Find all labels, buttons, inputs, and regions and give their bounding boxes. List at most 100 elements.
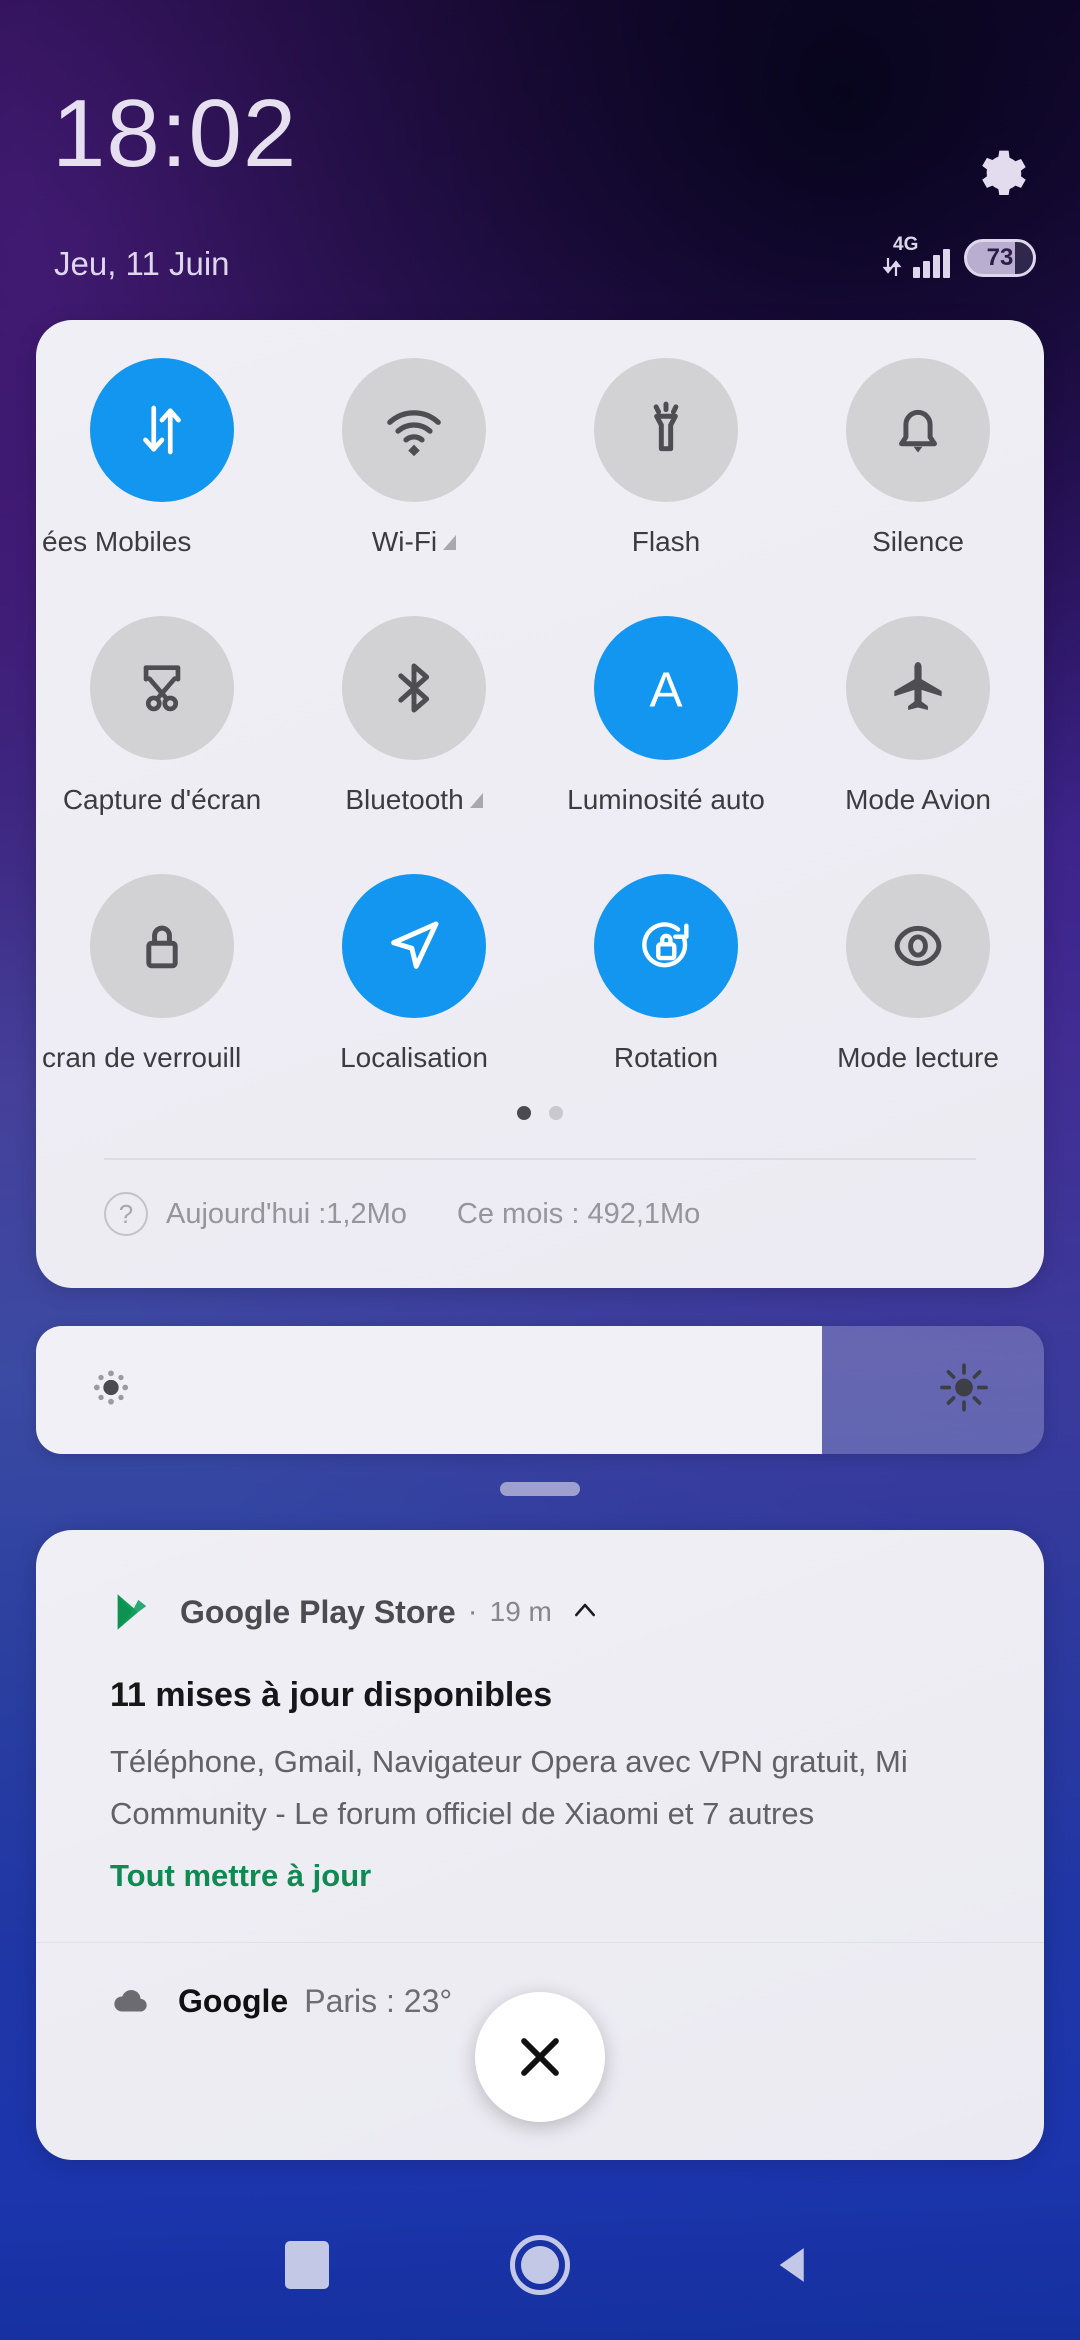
page-dot[interactable] [549,1106,563,1120]
tile-icon-wrap [846,874,990,1018]
battery-percent-label: 73 [986,244,1014,271]
battery-icon: 73 [964,239,1036,277]
tile-icon-wrap [342,616,486,760]
data-usage-today: Aujourd'hui :1,2Mo [166,1197,407,1230]
question-mark-icon[interactable]: ? [104,1192,148,1236]
qs-tile-label-row: Bluetooth [345,784,483,816]
qs-tile-bluetooth[interactable]: Bluetooth [288,616,540,874]
qs-tile-airplane-mode[interactable]: Mode Avion [792,616,1044,874]
tile-icon-wrap: A [594,616,738,760]
qs-tile-wifi[interactable]: Wi-Fi [288,358,540,616]
tile-icon-wrap [90,358,234,502]
recents-square-icon[interactable] [285,2241,329,2289]
svg-text:A: A [649,662,682,718]
notification-action-update-all[interactable]: Tout mettre à jour [110,1858,371,1894]
data-transfer-icon [883,258,902,276]
notification-separator: · [467,1595,478,1628]
clock: 18:02 [52,80,298,187]
brightness-slider[interactable] [36,1326,1044,1454]
tile-icon-wrap [846,616,990,760]
tile-icon-wrap [342,874,486,1018]
signal-bars-icon [913,248,950,278]
date-label: Jeu, 11 Juin [54,245,230,282]
brightness-fill [36,1326,823,1454]
signal-indicator: 4G [883,234,950,278]
qs-tile-label: Capture d'écran [62,784,262,815]
qs-tile-label: Luminosité auto [567,784,765,815]
qs-tile-label: Flash [631,526,701,557]
notification-app-name: Google [178,1982,289,2019]
signal-triangle-icon [469,792,483,808]
network-type-label: 4G [893,234,919,255]
wifi-icon [387,410,441,457]
brightness-low-icon [88,1365,134,1416]
settings-button[interactable] [972,146,1028,202]
quick-settings-panel: ées Mobiles Wi-Fi Flash Silence Capture … [36,320,1044,1288]
home-circle-icon[interactable] [510,2235,570,2295]
airplane-icon [894,662,942,710]
notification-app-name: Google Play Store [180,1593,456,1630]
qs-tile-auto-brightness[interactable]: A Luminosité auto [540,616,792,874]
notification-header-play-store[interactable]: Google Play Store · 19 m [110,1590,600,1634]
qs-tile-label: Bluetooth [345,784,464,815]
flashlight-icon [653,401,679,452]
rotation-lock-icon [642,922,689,968]
brightness-high-icon [938,1362,990,1419]
panel-drag-handle[interactable] [500,1482,580,1496]
data-usage-month: Ce mois : 492,1Mo [456,1197,701,1230]
gear-icon [982,150,1026,195]
status-header: 18:02 Jeu, 11 Juin 4G 73 [0,0,1080,300]
notification-time: 19 m [489,1596,552,1627]
auto-brightness-icon: A [649,662,682,718]
qs-tile-mobile-data[interactable]: ées Mobiles [36,358,288,616]
qs-tile-lock-screen[interactable]: cran de verrouill [36,874,288,1132]
tile-icon-wrap [90,874,234,1018]
qs-tile-label: Mode Avion [845,784,991,815]
data-usage-row[interactable]: ? Aujourd'hui :1,2Mo Ce mois : 492,1Mo [104,1192,700,1236]
tile-icon-wrap [594,874,738,1018]
signal-triangle-icon [443,534,457,550]
screenshot-icon [143,665,181,712]
lock-icon [146,925,178,969]
qs-tile-silence[interactable]: Silence [792,358,1044,616]
qs-tile-location[interactable]: Localisation [288,874,540,1132]
eye-icon [894,925,942,967]
qs-tile-screenshot[interactable]: Capture d'écran [36,616,288,874]
qs-tile-label: Rotation [613,1042,719,1073]
tile-icon-wrap [594,358,738,502]
navigation-bar [0,2190,1080,2340]
bell-icon [899,409,937,453]
qs-tile-flashlight[interactable]: Flash [540,358,792,616]
qs-tile-label: Localisation [340,1042,488,1073]
qs-tile-rotation[interactable]: Rotation [540,874,792,1132]
tile-icon-wrap [342,358,486,502]
qs-tile-label: cran de verrouill [42,1042,242,1073]
qs-tile-label: Silence [872,526,964,557]
bluetooth-icon [398,663,430,713]
qs-tile-label: ées Mobiles [42,526,192,557]
qs-page-indicator[interactable] [36,1106,1044,1120]
chevron-up-icon[interactable] [570,1595,600,1630]
play-store-icon [117,1594,147,1630]
back-triangle-icon[interactable] [768,2239,820,2291]
close-icon [521,2038,559,2076]
mobile-data-icon [143,405,181,455]
tile-icon-wrap [90,616,234,760]
notification-header-google-weather[interactable]: Google Paris : 23° [110,1980,452,2022]
notification-divider [36,1942,1044,1943]
tile-icon-wrap [846,358,990,502]
qs-tile-label-row: Wi-Fi [371,526,457,558]
clear-all-notifications-button[interactable] [475,1992,605,2122]
location-arrow-icon [391,921,439,969]
page-dot-active[interactable] [517,1106,531,1120]
qs-tile-label: Wi-Fi [371,526,438,557]
quick-settings-grid: ées Mobiles Wi-Fi Flash Silence Capture … [36,358,1044,1132]
cloud-icon [114,1990,147,2012]
status-icons: 4G 73 [883,234,1036,278]
notification-weather-text: Paris : 23° [304,1982,453,2019]
notification-title: 11 mises à jour disponibles [110,1676,553,1714]
qs-tile-label: Mode lecture [837,1042,999,1073]
qs-tile-reading-mode[interactable]: Mode lecture [792,874,1044,1132]
notification-body: Téléphone, Gmail, Navigateur Opera avec … [110,1744,908,1831]
panel-divider [104,1158,976,1160]
